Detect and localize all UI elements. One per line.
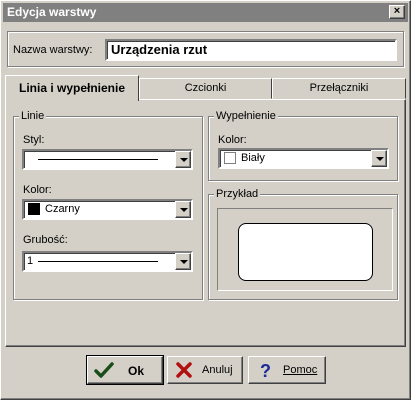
preview-group-title: Przykład	[214, 188, 261, 200]
line-width-select[interactable]: 1	[22, 251, 193, 272]
ok-button[interactable]: Ok	[86, 355, 164, 385]
cancel-x-icon	[176, 362, 192, 378]
line-width-label: Grubość:	[23, 234, 68, 246]
line-style-select[interactable]	[22, 149, 193, 170]
fill-color-value: Biały	[241, 152, 265, 164]
checkmark-icon	[94, 362, 114, 378]
close-icon: ×	[393, 5, 401, 17]
svg-text:?: ?	[260, 361, 271, 380]
fill-group-title: Wypełnienie	[214, 110, 278, 122]
fill-color-swatch	[224, 152, 236, 164]
window-title: Edycja warstwy	[7, 5, 97, 19]
fill-color-dropdown-button[interactable]	[371, 150, 387, 167]
line-style-sample	[38, 159, 158, 160]
tab-fonts[interactable]: Czcionki	[139, 78, 272, 99]
tab-switches[interactable]: Przełączniki	[272, 78, 406, 99]
dialog-window: Edycja warstwy × Nazwa warstwy: Urządzen…	[0, 0, 411, 400]
layer-name-label: Nazwa warstwy:	[13, 44, 93, 56]
line-color-dropdown-button[interactable]	[175, 201, 191, 218]
cancel-button-label: Anuluj	[202, 364, 233, 376]
lines-group-title: Linie	[19, 110, 47, 122]
line-style-dropdown-button[interactable]	[175, 151, 191, 168]
tab-line-and-fill[interactable]: Linia i wypełnienie	[5, 75, 139, 101]
help-question-icon: ?	[260, 361, 271, 380]
title-bar: Edycja warstwy ×	[3, 3, 408, 22]
line-width-dropdown-button[interactable]	[175, 253, 191, 270]
line-color-swatch	[28, 203, 40, 215]
fill-color-label: Kolor:	[218, 134, 247, 146]
preview-shape	[238, 223, 373, 281]
fill-color-select[interactable]: Biały	[218, 148, 389, 169]
ok-button-label: Ok	[128, 364, 145, 378]
layer-name-input[interactable]: Urządzenia rzut	[105, 39, 397, 61]
line-color-select[interactable]: Czarny	[22, 199, 193, 220]
cancel-button[interactable]: Anuluj	[167, 356, 243, 384]
line-width-sample	[38, 261, 158, 262]
help-button[interactable]: ? Pomoc	[248, 356, 326, 384]
help-button-label: Pomoc	[283, 364, 318, 376]
line-width-value: 1	[27, 255, 34, 267]
line-style-label: Styl:	[23, 134, 45, 146]
close-button[interactable]: ×	[389, 5, 405, 19]
line-color-value: Czarny	[45, 203, 80, 215]
line-color-label: Kolor:	[23, 184, 52, 196]
